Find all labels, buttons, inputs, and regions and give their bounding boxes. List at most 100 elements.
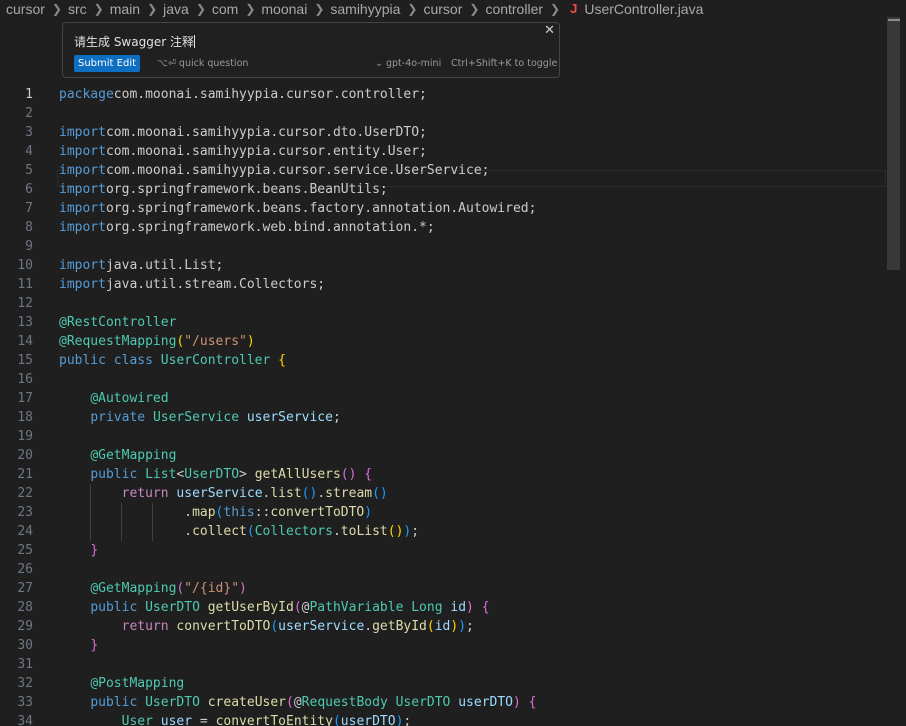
line-number: 24 <box>17 524 33 539</box>
code-line[interactable]: 3 importcom.moonai.samihyypia.cursor.dto.… <box>0 123 886 142</box>
code-text: @RestController <box>59 315 177 330</box>
code-line[interactable]: 9 <box>0 237 886 256</box>
line-number: 9 <box>25 239 33 254</box>
code-line[interactable]: 17 @Autowired <box>0 389 886 408</box>
inline-edit-input[interactable]: 请生成 Swagger 注释 <box>74 33 195 50</box>
chevron-right-icon: ❯ <box>245 1 256 16</box>
breadcrumb: cursor ❯ src ❯ main ❯ java ❯ com ❯ moonai ❯ samihyyp… <box>0 0 906 17</box>
code-text: .collect(Collectors.toList()); <box>184 524 420 539</box>
line-number: 18 <box>17 410 33 425</box>
scrollbar-cursor-marker <box>888 19 900 21</box>
breadcrumb-item[interactable]: cursor <box>417 1 462 17</box>
line-number: 30 <box>17 638 33 653</box>
java-file-icon: J <box>570 1 578 16</box>
toggle-shortcut-hint: Ctrl+Shift+K to toggle <box>451 58 558 69</box>
line-number: 28 <box>17 600 33 615</box>
line-number: 20 <box>17 448 33 463</box>
breadcrumb-item[interactable]: com <box>206 1 238 17</box>
code-text: importorg.springframework.web.bind.annot… <box>59 220 435 235</box>
chevron-right-icon: ❯ <box>93 1 104 16</box>
code-line[interactable]: 18 private UserService userService; <box>0 408 886 427</box>
code-line[interactable]: 29 return convertToDTO(userService.getBy… <box>0 617 886 636</box>
code-line[interactable]: 28 public UserDTO getUserById(@PathVaria… <box>0 598 886 617</box>
code-line[interactable]: 4 importcom.moonai.samihyypia.cursor.enti… <box>0 142 886 161</box>
code-text: importjava.util.List; <box>59 258 224 273</box>
code-line[interactable]: 8 importorg.springframework.web.bind.anno… <box>0 218 886 237</box>
code-line[interactable]: 26 <box>0 560 886 579</box>
indent-guide <box>90 484 91 541</box>
line-number: 34 <box>17 714 33 726</box>
code-line[interactable]: 33 public UserDTO createUser(@RequestBod… <box>0 693 886 712</box>
close-icon[interactable]: ✕ <box>544 23 555 38</box>
scrollbar-thumb[interactable] <box>887 17 900 270</box>
code-line[interactable]: 30 } <box>0 636 886 655</box>
line-number: 13 <box>17 315 33 330</box>
code-text: importcom.moonai.samihyypia.cursor.entit… <box>59 144 427 159</box>
line-number: 3 <box>25 125 33 140</box>
code-text: return userService.list().stream() <box>121 486 388 501</box>
breadcrumb-item[interactable]: java <box>157 1 189 17</box>
code-line[interactable]: 22 return userService.list().stream() <box>0 484 886 503</box>
breadcrumb-item[interactable]: moonai <box>255 1 307 17</box>
chevron-right-icon: ❯ <box>407 1 418 16</box>
code-line[interactable]: 31 <box>0 655 886 674</box>
line-number: 19 <box>17 429 33 444</box>
breadcrumb-item[interactable]: cursor <box>0 1 45 17</box>
vertical-scrollbar[interactable] <box>886 17 906 726</box>
code-line[interactable]: 20 @GetMapping <box>0 446 886 465</box>
line-number: 5 <box>25 163 33 178</box>
line-number: 4 <box>25 144 33 159</box>
code-line[interactable]: 12 <box>0 294 886 313</box>
line-number: 7 <box>25 201 33 216</box>
code-line[interactable]: 1 packagecom.moonai.samihyypia.cursor.con… <box>0 85 886 104</box>
code-line[interactable]: 5 importcom.moonai.samihyypia.cursor.serv… <box>0 161 886 180</box>
code-line[interactable]: 34 User user = convertToEntity(userDTO); <box>0 712 886 726</box>
code-text: } <box>90 543 99 558</box>
breadcrumb-item[interactable]: controller <box>479 1 543 17</box>
breadcrumb-file[interactable]: UserController.java <box>577 1 703 17</box>
line-number: 11 <box>17 277 33 292</box>
line-number: 2 <box>25 106 33 121</box>
code-line[interactable]: 25 } <box>0 541 886 560</box>
line-number: 23 <box>17 505 33 520</box>
code-line[interactable]: 21 public List<UserDTO> getAllUsers() { <box>0 465 886 484</box>
submit-edit-button[interactable]: Submit Edit <box>74 55 141 72</box>
line-number: 16 <box>17 372 33 387</box>
line-number: 8 <box>25 220 33 235</box>
breadcrumb-item[interactable]: samihyypia <box>324 1 400 17</box>
code-line[interactable]: 16 <box>0 370 886 389</box>
code-line[interactable]: 23 .map(this::convertToDTO) <box>0 503 886 522</box>
breadcrumb-item[interactable]: main <box>104 1 140 17</box>
line-number: 22 <box>17 486 33 501</box>
line-number: 21 <box>17 467 33 482</box>
code-text: public List<UserDTO> getAllUsers() { <box>90 467 373 482</box>
code-line[interactable]: 7 importorg.springframework.beans.factory… <box>0 199 886 218</box>
chevron-right-icon: ❯ <box>195 1 206 16</box>
code-editor[interactable]: 1 packagecom.moonai.samihyypia.cursor.con… <box>0 84 886 726</box>
text-caret <box>193 35 195 48</box>
code-text: importorg.springframework.beans.factory.… <box>59 201 537 216</box>
model-selector[interactable]: ⌄ gpt-4o-mini <box>375 58 441 69</box>
code-line[interactable]: 15 public class UserController { <box>0 351 886 370</box>
code-line[interactable]: 6 importorg.springframework.beans.BeanUti… <box>0 180 886 199</box>
breadcrumb-item[interactable]: src <box>62 1 87 17</box>
line-number: 6 <box>25 182 33 197</box>
code-text: private UserService userService; <box>90 410 341 425</box>
code-text: public UserDTO getUserById(@PathVariable… <box>90 600 490 615</box>
code-line[interactable]: 11 importjava.util.stream.Collectors; <box>0 275 886 294</box>
code-line[interactable]: 2 <box>0 104 886 123</box>
code-line[interactable]: 10 importjava.util.List; <box>0 256 886 275</box>
chevron-right-icon: ❯ <box>314 1 325 16</box>
code-line[interactable]: 19 <box>0 427 886 446</box>
line-number: 14 <box>17 334 33 349</box>
line-number: 31 <box>17 657 33 672</box>
line-number: 1 <box>25 87 33 102</box>
code-text: @GetMapping("/{id}") <box>90 581 247 596</box>
chevron-right-icon: ❯ <box>147 1 158 16</box>
code-line[interactable]: 24 .collect(Collectors.toList()); <box>0 522 886 541</box>
code-line[interactable]: 13 @RestController <box>0 313 886 332</box>
code-line[interactable]: 14 @RequestMapping("/users") <box>0 332 886 351</box>
code-line[interactable]: 32 @PostMapping <box>0 674 886 693</box>
quick-question-button[interactable]: ⌥⏎ quick question <box>157 58 248 69</box>
code-line[interactable]: 27 @GetMapping("/{id}") <box>0 579 886 598</box>
